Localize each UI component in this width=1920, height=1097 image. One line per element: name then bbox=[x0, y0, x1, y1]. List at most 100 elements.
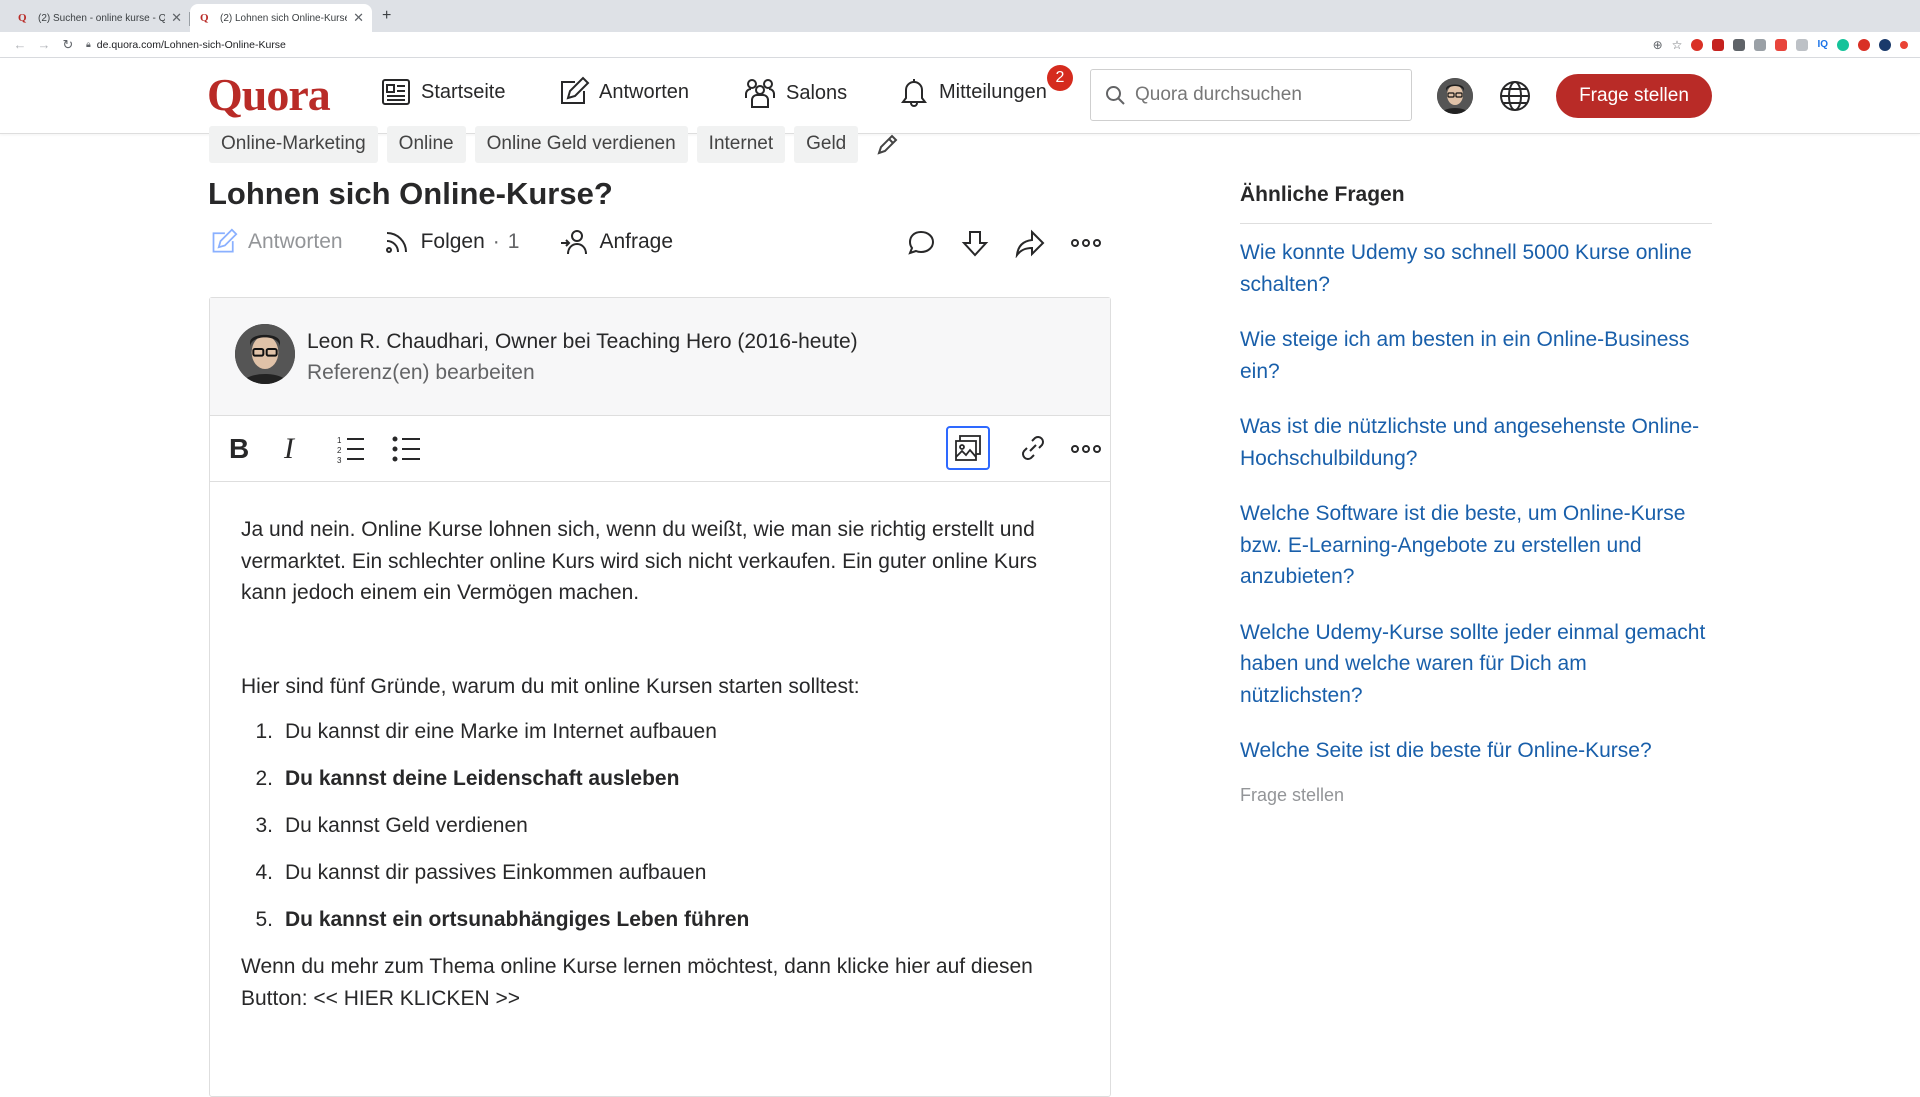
insert-image-button[interactable] bbox=[946, 426, 990, 470]
follow-button-label: Folgen bbox=[420, 230, 485, 253]
quora-logo[interactable]: Quora bbox=[207, 68, 331, 121]
search-icon bbox=[1106, 86, 1125, 105]
answer-pencil-icon bbox=[212, 228, 238, 253]
avatar[interactable] bbox=[1437, 78, 1473, 114]
home-feed-icon bbox=[382, 79, 410, 105]
quora-header: Quora Startseite Antworten Salons Mittei… bbox=[0, 58, 1920, 134]
tab-title: (2) Suchen - online kurse - Qu bbox=[38, 12, 166, 24]
request-user-icon bbox=[561, 230, 588, 255]
topic-tag[interactable]: Online-Marketing bbox=[209, 126, 378, 163]
extension-screen-icon[interactable] bbox=[1796, 38, 1809, 51]
topic-tag[interactable]: Geld bbox=[794, 126, 859, 163]
extension-icons: ⊕ ☆ IQ bbox=[1653, 38, 1908, 52]
empty-paragraph bbox=[241, 609, 1080, 671]
url-text: de.quora.com/Lohnen-sich-Online-Kurse bbox=[96, 38, 286, 51]
numbered-list-icon[interactable]: 123 bbox=[336, 434, 366, 464]
answer-paragraph: Hier sind fünf Gründe, warum du mit onli… bbox=[241, 674, 860, 698]
follow-separator: · bbox=[492, 230, 500, 253]
more-formatting-icon[interactable] bbox=[1070, 434, 1102, 464]
avatar bbox=[235, 324, 295, 384]
url-bar[interactable]: 🔒︎ de.quora.com/Lohnen-sich-Online-Kurse bbox=[86, 39, 1653, 51]
share-arrow-icon[interactable] bbox=[1014, 228, 1046, 258]
topic-tag[interactable]: Internet bbox=[696, 126, 786, 163]
nav-spaces[interactable]: Salons bbox=[743, 76, 847, 110]
bold-icon[interactable]: B bbox=[226, 431, 252, 465]
ask-question-button[interactable]: Frage stellen bbox=[1556, 74, 1712, 118]
extension-ga-icon[interactable] bbox=[1712, 38, 1725, 51]
sidebar-ask-question-link[interactable]: Frage stellen bbox=[1240, 785, 1344, 806]
related-questions-list: Wie konnte Udemy so schnell 5000 Kurse o… bbox=[1240, 237, 1715, 791]
list-item: 4. Du kannst dir passives Einkommen aufba… bbox=[241, 857, 1080, 888]
related-question-link[interactable]: Welche Software ist die beste, um Online… bbox=[1240, 498, 1715, 593]
answer-button[interactable]: Antworten bbox=[210, 228, 343, 256]
related-question-link[interactable]: Wie steige ich am besten in ein Online-B… bbox=[1240, 324, 1715, 387]
author-credential[interactable]: Leon R. Chaudhari, Owner bei Teaching He… bbox=[307, 330, 858, 354]
editor-toolbar: B I 123 bbox=[210, 416, 1110, 482]
image-icon bbox=[955, 435, 981, 461]
globe-language-icon[interactable] bbox=[1498, 79, 1532, 113]
extension-red-icon[interactable] bbox=[1691, 38, 1704, 51]
list-item: 2. Du kannst deine Leidenschaft ausleben bbox=[241, 763, 1080, 794]
search-box[interactable] bbox=[1090, 69, 1412, 121]
close-tab-icon[interactable]: ✕ bbox=[353, 10, 364, 26]
nav-notifications[interactable]: Mitteilungen bbox=[898, 76, 1047, 108]
answer-body[interactable]: Ja und nein. Online Kurse lohnen sich, w… bbox=[210, 482, 1110, 1014]
svg-text:1: 1 bbox=[337, 436, 342, 445]
topic-tag[interactable]: Online Geld verdienen bbox=[474, 126, 688, 163]
search-input[interactable] bbox=[1135, 84, 1395, 106]
answer-paragraph: Ja und nein. Online Kurse lohnen sich, w… bbox=[241, 518, 1038, 604]
list-item-text: Du kannst deine Leidenschaft ausleben bbox=[285, 767, 680, 790]
related-questions-title: Ähnliche Fragen bbox=[1240, 183, 1405, 206]
more-options-icon[interactable] bbox=[1070, 228, 1102, 258]
svg-text:B: B bbox=[229, 433, 249, 464]
forward-arrow-icon[interactable]: → bbox=[32, 37, 56, 52]
link-icon[interactable] bbox=[1018, 432, 1048, 464]
italic-icon[interactable]: I bbox=[282, 431, 304, 465]
list-item: 5. Du kannst ein ortsunabhängiges Leben f… bbox=[241, 904, 1080, 935]
reload-icon[interactable]: ↻ bbox=[56, 37, 80, 53]
user-avatar-icon bbox=[1437, 78, 1473, 114]
list-number: 2. bbox=[255, 767, 273, 790]
close-tab-icon[interactable]: ✕ bbox=[171, 10, 182, 26]
extension-iq-icon[interactable]: IQ bbox=[1817, 39, 1828, 50]
related-question-link[interactable]: Welche Udemy-Kurse sollte jeder einmal g… bbox=[1240, 617, 1715, 712]
nav-home[interactable]: Startseite bbox=[380, 76, 505, 108]
svg-text:I: I bbox=[283, 432, 296, 465]
list-number: 3. bbox=[255, 814, 273, 837]
star-icon[interactable]: ☆ bbox=[1672, 38, 1683, 52]
extension-grey-icon[interactable] bbox=[1754, 38, 1767, 51]
notification-badge: 2 bbox=[1047, 65, 1073, 91]
list-item: 3. Du kannst Geld verdienen bbox=[241, 810, 1080, 841]
request-button[interactable]: Anfrage bbox=[559, 228, 673, 256]
profile-avatar-icon[interactable] bbox=[1879, 38, 1891, 51]
related-question-link[interactable]: Welche Seite ist die beste für Online-Ku… bbox=[1240, 735, 1715, 767]
answer-numbered-list: 1. Du kannst dir eine Marke im Internet a… bbox=[241, 716, 1080, 935]
extension-facebook-icon[interactable] bbox=[1733, 38, 1746, 51]
edit-credentials-link[interactable]: Referenz(en) bearbeiten bbox=[307, 361, 535, 385]
nav-answer[interactable]: Antworten bbox=[558, 76, 689, 108]
question-secondary-actions bbox=[906, 228, 1102, 258]
edit-topics-pencil-icon[interactable] bbox=[875, 133, 899, 157]
svg-text:2: 2 bbox=[337, 446, 342, 455]
nav-spaces-label: Salons bbox=[786, 81, 848, 104]
related-question-link[interactable]: Wie konnte Udemy so schnell 5000 Kurse o… bbox=[1240, 237, 1715, 300]
extension-adblock-icon[interactable] bbox=[1775, 38, 1788, 51]
zoom-icon[interactable]: ⊕ bbox=[1653, 38, 1663, 52]
bullet-list-icon[interactable] bbox=[392, 434, 422, 464]
new-tab-icon[interactable]: + bbox=[372, 7, 401, 29]
comment-icon[interactable] bbox=[906, 228, 936, 258]
browser-tab-question[interactable]: Q (2) Lohnen sich Online-Kurse? ✕ bbox=[190, 4, 372, 32]
list-number: 4. bbox=[255, 861, 273, 884]
extension-grammarly-icon[interactable] bbox=[1837, 38, 1849, 51]
quora-favicon-icon: Q bbox=[200, 12, 209, 24]
related-question-link[interactable]: Was ist die nützlichste und angesehenste… bbox=[1240, 411, 1715, 474]
answer-pencil-icon bbox=[561, 76, 590, 104]
topic-tag[interactable]: Online bbox=[386, 126, 466, 163]
answer-editor: Leon R. Chaudhari, Owner bei Teaching He… bbox=[209, 297, 1111, 1097]
extension-record-icon[interactable] bbox=[1858, 38, 1870, 51]
follow-button[interactable]: Folgen · 1 bbox=[383, 228, 519, 256]
list-item-text: Du kannst dir eine Marke im Internet auf… bbox=[285, 720, 717, 743]
browser-tab-search[interactable]: Q (2) Suchen - online kurse - Qu ✕ bbox=[8, 4, 190, 32]
back-arrow-icon[interactable]: ← bbox=[8, 37, 32, 52]
downvote-arrow-icon[interactable] bbox=[960, 228, 990, 258]
